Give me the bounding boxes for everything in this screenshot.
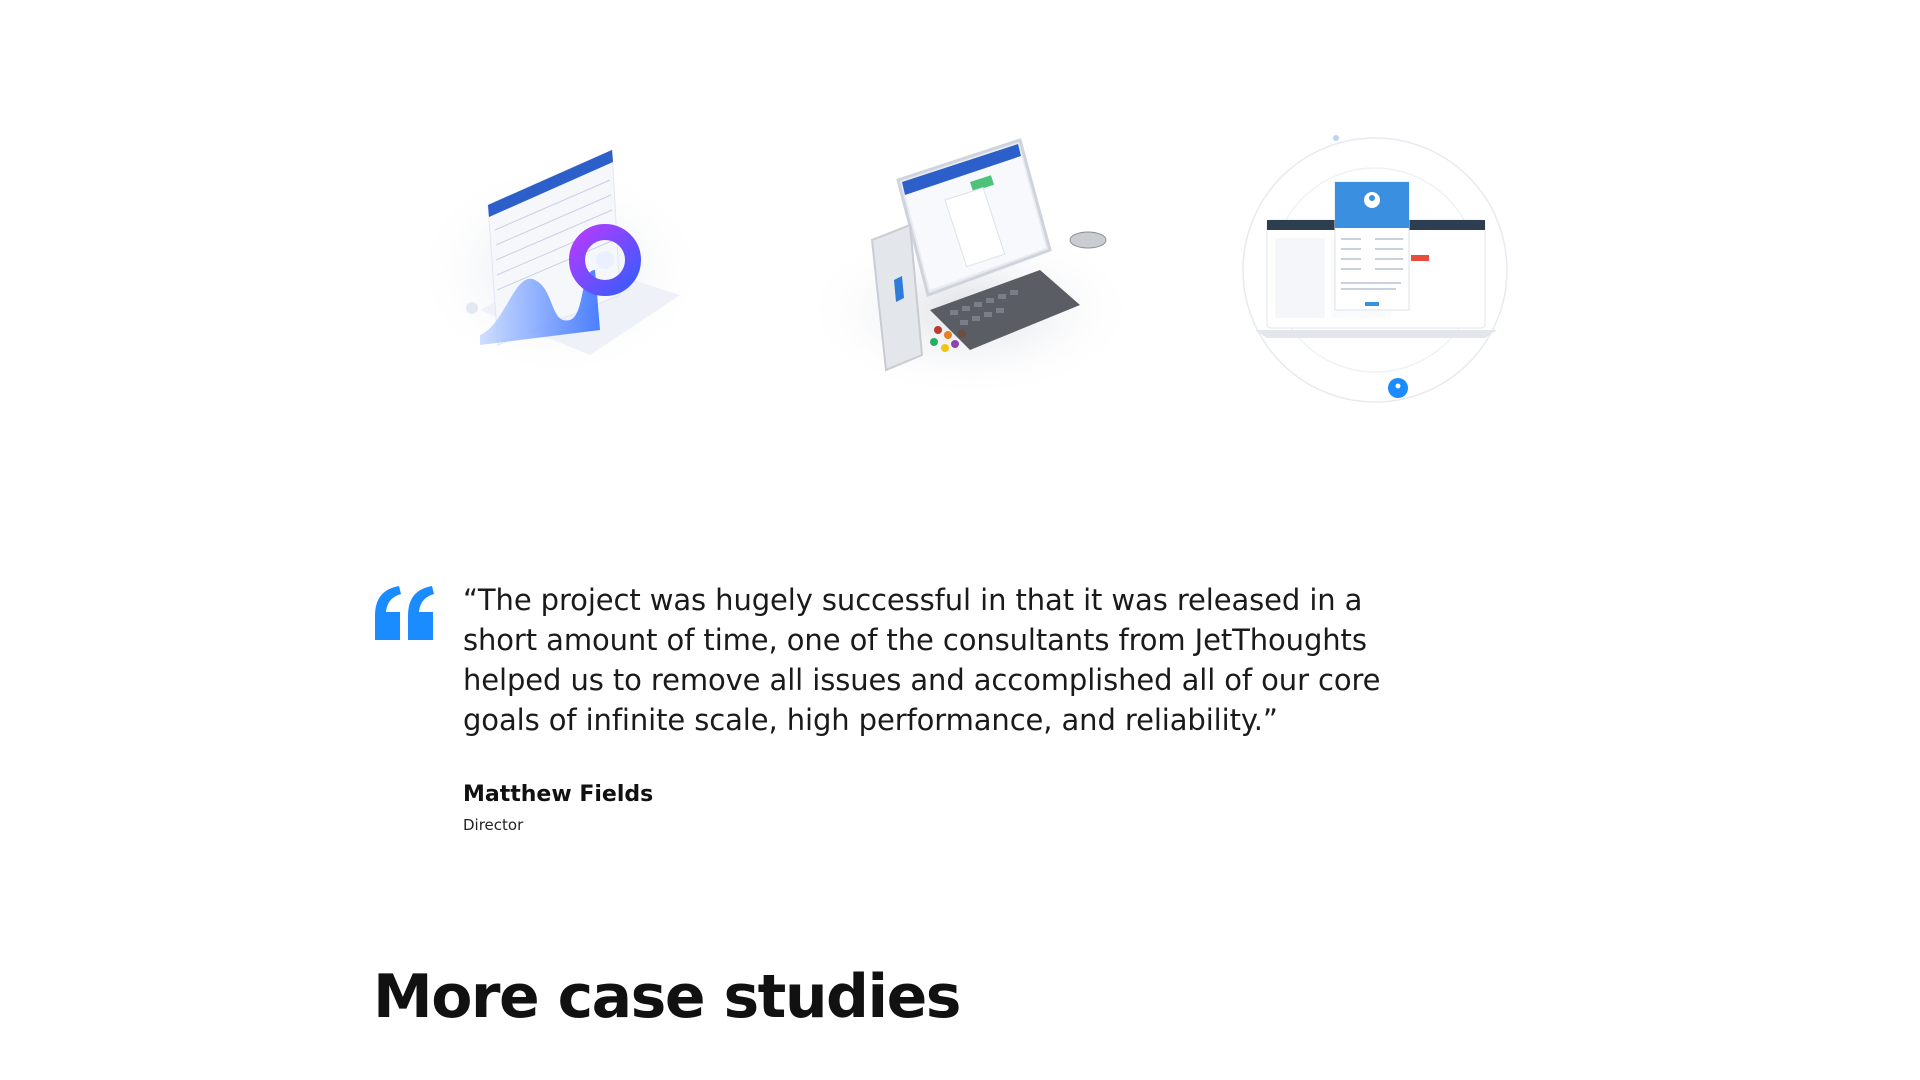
analytics-dashboard-illustration — [420, 120, 740, 420]
tablet-phone-devices-illustration — [810, 120, 1130, 420]
testimonial-quote: “The project was hugely successful in th… — [463, 583, 1381, 737]
case-study-page: “The project was hugely successful in th… — [0, 0, 1920, 1080]
profile-app-laptop-illustration — [1215, 120, 1535, 420]
quote-mark-icon — [375, 586, 434, 640]
testimonial-author-name: Matthew Fields — [463, 782, 654, 807]
more-case-studies-heading: More case studies — [373, 962, 961, 1032]
testimonial-author-role: Director — [463, 816, 524, 834]
